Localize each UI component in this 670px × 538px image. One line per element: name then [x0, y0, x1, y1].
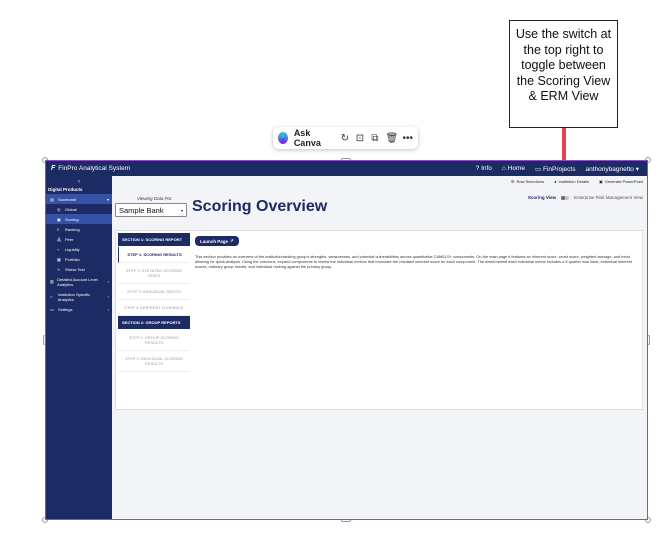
- content-card: SECTION 1: SCORING REPORT STEP 1: SCORIN…: [115, 230, 643, 410]
- launch-page-button[interactable]: Launch Page ➚: [195, 236, 239, 246]
- canva-toolbar: Ask Canva ↻ ⊡ ⧉ 🗑 •••: [273, 127, 418, 149]
- step-individual-scoring[interactable]: STEP 2: INDIVIDUAL SCORING RESULTS: [118, 351, 190, 372]
- chart-icon: ▥: [50, 279, 54, 284]
- chevron-right-icon: ›: [107, 294, 109, 299]
- nav-projects[interactable]: ▭ FinProjects: [535, 165, 575, 173]
- lock-icon[interactable]: ⊡: [355, 133, 364, 144]
- sidebar-item-ranking[interactable]: ≡ Ranking: [46, 224, 112, 234]
- liquidity-icon: ⌁: [57, 246, 60, 252]
- chevron-right-icon: ›: [107, 279, 109, 284]
- ranking-icon: ≡: [57, 226, 60, 232]
- step-scoring-results[interactable]: STEP 1: SCORING RESULTS: [118, 247, 190, 263]
- globe-icon: ◎: [57, 206, 61, 212]
- steps-panel: SECTION 1: SCORING REPORT STEP 1: SCORIN…: [118, 233, 190, 372]
- row-selections-button[interactable]: ☰ Row Selections: [511, 179, 544, 184]
- step-elevated-risks[interactable]: STEP 2: ELEVATED SCORING RISKS: [118, 263, 190, 284]
- sidebar-item-institution-analytics[interactable]: ⌂ Institution Specific Analytics ›: [46, 289, 112, 304]
- sidebar-heading: Digital Products: [48, 187, 83, 192]
- more-icon[interactable]: •••: [402, 133, 413, 144]
- section-2-header: SECTION 2: GROUP REPORTS: [118, 316, 190, 329]
- app-logo: F FinPro Analytical System: [46, 165, 246, 172]
- canva-logo-icon: [278, 132, 288, 144]
- step-group-scoring[interactable]: STEP 1: GROUP SCORING RESULTS: [118, 330, 190, 351]
- nav-info[interactable]: ? Info: [476, 165, 492, 172]
- nav-home[interactable]: ⌂ Home: [502, 165, 525, 172]
- page-title: Scoring Overview: [192, 198, 328, 215]
- bank-icon: ⌂: [50, 294, 53, 299]
- info-icon: ?: [475, 165, 480, 172]
- scorecard-icon: ▤: [50, 196, 54, 202]
- app-screenshot-frame[interactable]: F FinPro Analytical System ? Info ⌂ Home…: [45, 160, 648, 520]
- viewing-data-label: Viewing Data For:: [137, 196, 173, 201]
- main-content: ☰ Row Selections ● Institution Details ▣ Ge…: [112, 176, 647, 519]
- chevron-down-icon: ▾: [635, 165, 639, 173]
- sidebar: ‹ Digital Products ▤ Scorecard ▾ ◎ Global …: [46, 176, 112, 519]
- sidebar-item-portfolio[interactable]: ▦ Portfolio: [46, 254, 112, 264]
- chevron-down-icon: ▾: [106, 196, 109, 202]
- institution-details-button[interactable]: ● Institution Details: [554, 179, 589, 184]
- peer-icon: ⁂: [57, 236, 61, 242]
- sidebar-item-global[interactable]: ◎ Global: [46, 204, 112, 214]
- sidebar-item-settings[interactable]: ▭ Settings ›: [46, 304, 112, 314]
- top-nav: ? Info ⌂ Home ▭ FinProjects anthonybagne…: [476, 165, 647, 173]
- home-icon: ⌂: [501, 165, 506, 172]
- sidebar-item-detailed-analytics[interactable]: ▥ Detailed Account Level Analytics ›: [46, 274, 112, 289]
- bank-select[interactable]: Sample Bank ▾: [115, 203, 187, 217]
- instruction-callout: Use the switch at the top right to toggl…: [509, 20, 618, 128]
- sidebar-item-stress-test[interactable]: ∿ Stress Test: [46, 264, 112, 274]
- step-inherent-lookback[interactable]: STEP 4: INHERENT LOOKBACK: [118, 300, 190, 316]
- bank-select-value: Sample Bank: [119, 205, 164, 215]
- sidebar-item-scoring[interactable]: ▣ Scoring: [46, 214, 112, 224]
- action-row: ☰ Row Selections ● Institution Details ▣ Ge…: [511, 179, 643, 184]
- step-individual-ratios[interactable]: STEP 3: INDIVIDUAL RATIOS: [118, 284, 190, 300]
- finpro-logo-icon: F: [51, 165, 56, 172]
- list-icon: ☰: [510, 179, 515, 184]
- sidebar-collapse-icon[interactable]: ‹: [46, 176, 112, 185]
- erm-view-label: Enterprise Risk Management View: [574, 195, 643, 200]
- scoring-icon: ▣: [57, 216, 61, 222]
- ask-canva-button[interactable]: Ask Canva: [294, 128, 332, 148]
- app-title: FinPro Analytical System: [58, 165, 131, 172]
- section-1-header: SECTION 1: SCORING REPORT: [118, 233, 190, 246]
- rocket-icon: ➚: [230, 238, 234, 243]
- view-toggle: Scoring View Enterprise Risk Management …: [528, 195, 643, 200]
- app-header: F FinPro Analytical System ? Info ⌂ Home…: [46, 161, 647, 176]
- stress-test-icon: ∿: [57, 266, 61, 272]
- view-toggle-switch[interactable]: [561, 195, 570, 200]
- refresh-icon[interactable]: ↻: [340, 133, 349, 144]
- info-circle-icon: ●: [554, 179, 557, 184]
- powerpoint-icon: ▣: [598, 179, 603, 184]
- sidebar-item-scorecard[interactable]: ▤ Scorecard ▾: [46, 194, 112, 204]
- portfolio-icon: ▦: [57, 256, 61, 262]
- callout-text: Use the switch at the top right to toggl…: [515, 27, 612, 103]
- folder-icon: ▭: [535, 165, 542, 173]
- settings-icon: ▭: [50, 306, 54, 312]
- scoring-view-label: Scoring View: [527, 195, 557, 200]
- trash-icon[interactable]: 🗑: [385, 133, 398, 144]
- nav-account[interactable]: anthonybagnetto ▾: [585, 165, 639, 173]
- chevron-right-icon: ›: [107, 306, 109, 312]
- generate-powerpoint-button[interactable]: ▣ Generate PowerPoint: [599, 179, 643, 184]
- page-description: This section provides an overview of the…: [195, 254, 633, 270]
- sidebar-item-liquidity[interactable]: ⌁ Liquidity: [46, 244, 112, 254]
- duplicate-icon[interactable]: ⧉: [370, 133, 379, 144]
- sidebar-item-peer[interactable]: ⁂ Peer: [46, 234, 112, 244]
- chevron-down-icon: ▾: [180, 207, 183, 213]
